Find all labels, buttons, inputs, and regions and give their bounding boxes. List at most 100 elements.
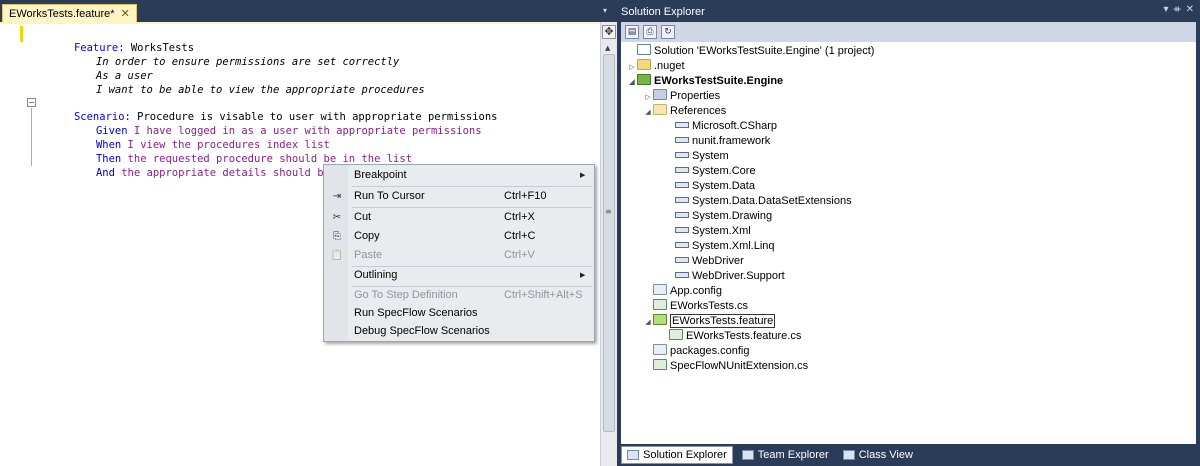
editor-vertical-scrollbar[interactable]: ✥ ▲ ≡	[600, 22, 617, 466]
solution-explorer-toolbar: ▤ ⎙ ↻	[621, 22, 1196, 42]
tree-item-reference[interactable]: WebDriver.Support	[675, 269, 785, 284]
tree-item-specflow-extension[interactable]: SpecFlowNUnitExtension.cs	[653, 359, 808, 374]
paste-icon: 📋	[330, 250, 344, 261]
tab-team-explorer[interactable]: Team Explorer	[737, 446, 834, 464]
reference-icon	[675, 197, 689, 203]
menu-item-outlining[interactable]: Outlining ▶	[324, 266, 594, 285]
scroll-thumb[interactable]	[603, 54, 615, 432]
menu-item-cut[interactable]: ✂ Cut Ctrl+X	[324, 208, 594, 227]
tree-item-reference[interactable]: System.Core	[675, 164, 756, 179]
tab-dropdown-icon[interactable]: ▾	[603, 6, 607, 15]
menu-item-go-to-step-definition[interactable]: Go To Step Definition Ctrl+Shift+Alt+S	[324, 286, 594, 305]
tree-item-reference[interactable]: nunit.framework	[675, 134, 770, 149]
tree-item-packages-config[interactable]: packages.config	[653, 344, 750, 359]
tree-item-eworks-tests-cs[interactable]: EWorksTests.cs	[653, 299, 748, 314]
tree-item-reference[interactable]: Microsoft.CSharp	[675, 119, 777, 134]
tree-item-label: System.Xml.Linq	[692, 240, 775, 252]
ide-window: EWorksTests.feature* ✕ ▾ Feature: WorksT…	[0, 0, 1200, 466]
collapse-arrow-icon[interactable]: ◢	[643, 105, 653, 120]
menu-item-debug-specflow-scenarios[interactable]: Debug SpecFlow Scenarios	[324, 322, 594, 341]
config-file-icon	[653, 284, 667, 295]
collapse-arrow-icon[interactable]: ◢	[643, 315, 653, 330]
and-keyword: And	[95, 167, 115, 179]
tree-item-properties[interactable]: ▷ Properties	[643, 89, 720, 104]
panel-menu-icon[interactable]: ▾	[1163, 4, 1168, 15]
tree-item-label: EWorksTestSuite.Engine	[654, 75, 784, 87]
tree-item-reference[interactable]: System	[675, 149, 729, 164]
collapse-arrow-icon[interactable]: ◢	[627, 75, 637, 90]
properties-icon[interactable]: ▤	[625, 25, 639, 39]
menu-item-run-specflow-scenarios[interactable]: Run SpecFlow Scenarios	[324, 304, 594, 323]
tree-item-label: EWorksTests.feature	[670, 314, 776, 328]
expand-arrow-icon[interactable]: ▷	[627, 60, 637, 75]
tree-item-eworks-feature-cs[interactable]: EWorksTests.feature.cs	[669, 329, 801, 344]
tree-item-reference[interactable]: System.Data.DataSetExtensions	[675, 194, 852, 209]
tree-item-solution[interactable]: Solution 'EWorksTestSuite.Engine' (1 pro…	[627, 44, 874, 59]
menu-item-copy[interactable]: ⎘ Copy Ctrl+C	[324, 227, 594, 246]
menu-item-label: Paste	[354, 249, 383, 261]
tree-item-nuget[interactable]: ▷ .nuget	[627, 59, 685, 74]
tab-label: Class View	[858, 449, 913, 461]
pin-icon[interactable]: ᚑ	[1173, 4, 1180, 15]
feature-description-line: I want to be able to view the appropriat…	[95, 84, 425, 96]
tree-item-eworks-feature[interactable]: ◢ EWorksTests.feature	[643, 314, 776, 330]
tab-class-view[interactable]: Class View	[838, 446, 918, 464]
tree-item-label: Properties	[670, 90, 721, 102]
menu-item-breakpoint[interactable]: Breakpoint ▶	[324, 166, 594, 185]
menu-item-run-to-cursor[interactable]: ⇥ Run To Cursor Ctrl+F10	[324, 187, 594, 206]
split-window-icon[interactable]: ✥	[602, 25, 616, 39]
tree-item-project[interactable]: ◢ EWorksTestSuite.Engine	[627, 74, 783, 89]
tree-item-label: System.Core	[692, 165, 756, 177]
show-all-files-icon[interactable]: ⎙	[643, 25, 657, 39]
tree-item-label: System.Xml	[692, 225, 751, 237]
tree-item-reference[interactable]: System.Xml	[675, 224, 751, 239]
tree-item-reference[interactable]: System.Xml.Linq	[675, 239, 775, 254]
reference-icon	[675, 167, 689, 173]
tab-label: Solution Explorer	[643, 449, 727, 461]
close-icon[interactable]: ✕	[121, 6, 130, 22]
run-to-cursor-icon: ⇥	[332, 191, 342, 202]
submenu-arrow-icon: ▶	[580, 272, 586, 279]
tree-item-app-config[interactable]: App.config	[653, 284, 722, 299]
menu-item-label: Cut	[354, 211, 372, 223]
editor-tab-eworks-feature[interactable]: EWorksTests.feature* ✕	[2, 4, 137, 22]
menu-item-label: Outlining	[354, 269, 398, 281]
expand-arrow-icon[interactable]: ▷	[643, 90, 653, 105]
tree-item-label: Solution 'EWorksTestSuite.Engine' (1 pro…	[654, 45, 875, 57]
panel-title-buttons: ▾ ᚑ ✕	[1163, 4, 1194, 15]
tree-item-label: System.Data.DataSetExtensions	[692, 195, 852, 207]
csharp-project-icon	[637, 74, 651, 85]
menu-item-shortcut: Ctrl+F10	[504, 190, 547, 202]
csharp-file-icon	[669, 329, 683, 340]
reference-icon	[675, 137, 689, 143]
tree-item-label: References	[670, 105, 727, 117]
menu-item-shortcut: Ctrl+X	[504, 211, 535, 223]
tree-item-label: SpecFlowNUnitExtension.cs	[670, 360, 809, 372]
outline-guide	[31, 108, 32, 166]
tree-item-references[interactable]: ◢ References	[643, 104, 726, 119]
tree-item-reference[interactable]: WebDriver	[675, 254, 744, 269]
tree-item-label: System	[692, 150, 729, 162]
feature-file-icon	[653, 314, 667, 325]
tree-item-label: EWorksTests.feature.cs	[686, 330, 802, 342]
tree-item-reference[interactable]: System.Data	[675, 179, 755, 194]
tree-item-label: Microsoft.CSharp	[692, 120, 777, 132]
solution-explorer-icon	[627, 450, 639, 460]
class-view-icon	[842, 450, 855, 460]
tree-item-label: WebDriver	[692, 255, 744, 267]
tab-solution-explorer[interactable]: Solution Explorer	[621, 446, 733, 464]
context-menu: Breakpoint ▶ ⇥ Run To Cursor Ctrl+F10 ✂ …	[323, 164, 595, 342]
reference-icon	[675, 272, 689, 278]
outline-collapse-toggle[interactable]: −	[27, 98, 36, 107]
reference-icon	[675, 152, 689, 158]
menu-item-label: Breakpoint	[354, 169, 407, 181]
reference-icon	[675, 212, 689, 218]
menu-item-label: Copy	[354, 230, 380, 242]
menu-item-paste[interactable]: 📋 Paste Ctrl+V	[324, 246, 594, 265]
panel-title: Solution Explorer	[621, 6, 705, 18]
scroll-up-arrow-icon[interactable]: ▲	[605, 44, 610, 52]
refresh-icon[interactable]: ↻	[661, 25, 675, 39]
tree-item-reference[interactable]: System.Drawing	[675, 209, 772, 224]
solution-tree: Solution 'EWorksTestSuite.Engine' (1 pro…	[621, 42, 1196, 444]
close-icon[interactable]: ✕	[1186, 4, 1194, 15]
